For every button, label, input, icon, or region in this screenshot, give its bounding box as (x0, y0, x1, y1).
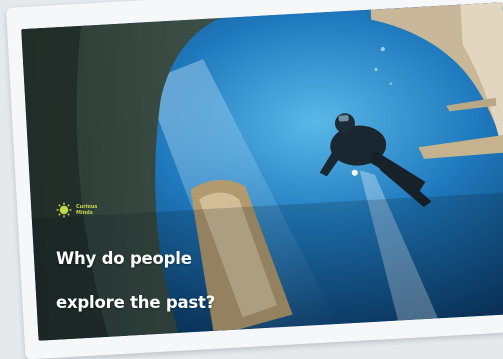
headline-line-1: Why do people (56, 249, 192, 268)
headline-line-2: explore the past? (56, 293, 216, 312)
brand-logo: Curious Minds (56, 202, 102, 218)
brand-name: Curious Minds (76, 204, 98, 216)
headline: Why do people explore the past? (56, 226, 215, 336)
sun-logo-icon (56, 202, 72, 218)
